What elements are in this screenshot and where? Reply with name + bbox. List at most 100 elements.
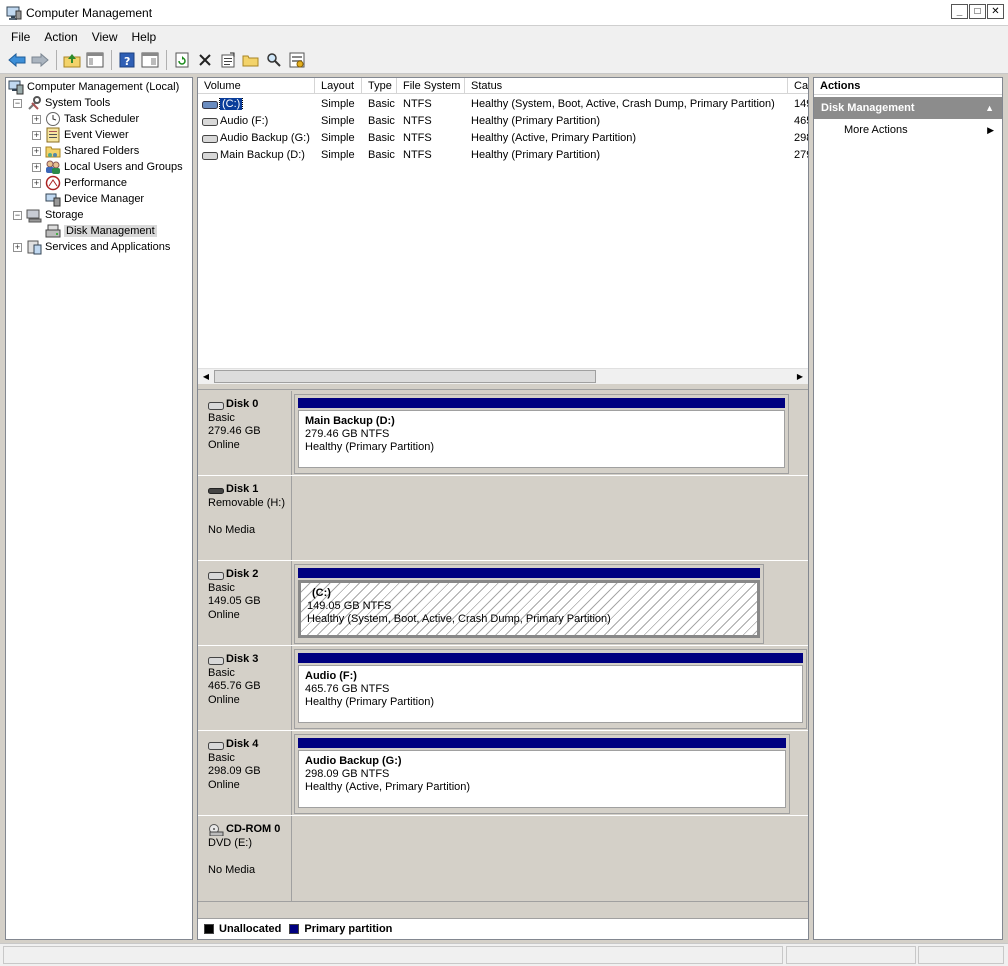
horizontal-scrollbar[interactable]: ◀ ▶ [198,368,808,384]
disk-size [208,850,291,864]
actions-section-disk-management[interactable]: Disk Management ▲ [814,97,1002,119]
tree-item-event-viewer[interactable]: + Event Viewer [32,127,129,143]
tree-item-task-scheduler[interactable]: + Task Scheduler [32,111,139,127]
table-row[interactable]: Audio Backup (G:) Simple Basic NTFS Heal… [198,129,808,146]
column-header-volume[interactable]: Volume [198,78,315,94]
partition-body[interactable]: Main Backup (D:) 279.46 GB NTFS Healthy … [298,410,785,468]
users-icon [45,159,61,175]
partition-status: Healthy (Active, Primary Partition) [305,781,471,793]
volume-drive-icon [202,134,218,143]
settings-icon[interactable] [286,49,308,71]
disk-type: Basic [208,751,235,764]
volume-list-header: Volume Layout Type File System Status Ca [198,78,808,94]
expand-icon[interactable]: + [13,242,22,252]
tree-item-shared-folders[interactable]: + Shared Folders [32,143,139,159]
disk-row: Disk 3 Basic 465.76 GB Online Audio (F:)… [198,646,808,731]
close-button[interactable]: ✕ [987,4,1004,19]
tree-item-device-manager[interactable]: Device Manager [45,191,144,207]
partition[interactable]: Audio Backup (G:) 298.09 GB NTFS Healthy… [294,734,790,814]
expand-icon[interactable]: + [32,178,41,188]
volume-name: Main Backup (D:) [220,148,305,161]
more-actions-item[interactable]: More Actions ▶ [814,119,1002,141]
partition-body[interactable]: Audio (F:) 465.76 GB NTFS Healthy (Prima… [298,665,803,723]
menu-action[interactable]: Action [37,30,84,44]
help-icon[interactable]: ? [116,49,138,71]
storage-icon [26,207,42,223]
collapse-icon[interactable]: − [13,98,22,108]
forward-arrow-icon[interactable] [29,49,51,71]
disk-info[interactable]: Disk 4 Basic 298.09 GB Online [198,731,292,815]
volume-layout: Simple [321,114,355,127]
search-icon[interactable] [263,49,285,71]
legend-unallocated: Unallocated [219,923,282,935]
volume-drive-icon [202,100,218,109]
disk-status: Online [208,778,240,791]
actions-title: Actions [814,78,1002,95]
show-hide-console-tree-icon[interactable] [84,49,106,71]
menu-file[interactable]: File [4,30,37,44]
refresh-icon[interactable] [171,49,193,71]
tree-label: Services and Applications [45,241,171,253]
table-row[interactable]: Main Backup (D:) Simple Basic NTFS Healt… [198,146,808,163]
collapse-up-icon[interactable]: ▲ [985,97,994,119]
removable-disk-icon [208,486,224,494]
tree-item-system-tools[interactable]: − System Tools [13,95,110,111]
minimize-button[interactable]: _ [951,4,968,19]
back-arrow-icon[interactable] [6,49,28,71]
submenu-arrow-icon: ▶ [987,125,994,135]
partition-size: 465.76 GB NTFS [305,683,390,695]
disk-name: Disk 3 [226,653,259,665]
disk-name: Disk 2 [226,568,259,580]
disk-status: Online [208,438,240,451]
disk-info[interactable]: Disk 2 Basic 149.05 GB Online [198,561,292,645]
column-header-layout[interactable]: Layout [315,78,362,94]
collapse-icon[interactable]: − [13,210,22,220]
disk-info[interactable]: CD-ROM 0 DVD (E:) No Media [198,816,292,902]
table-row[interactable]: (C:) Simple Basic NTFS Healthy (System, … [198,95,808,112]
tree-item-disk-management[interactable]: Disk Management [45,223,157,239]
maximize-button[interactable]: □ [969,4,986,19]
tree-item-services-applications[interactable]: + Services and Applications [13,239,170,255]
tree-item-performance[interactable]: + Performance [32,175,127,191]
expand-icon[interactable]: + [32,162,41,172]
tree-item-computer-management[interactable]: Computer Management (Local) [8,79,179,95]
partition-body-selected[interactable]: (C:) 149.05 GB NTFS Healthy (System, Boo… [298,580,760,638]
computer-management-icon [6,5,22,21]
expand-icon[interactable]: + [32,114,41,124]
menu-view[interactable]: View [85,30,125,44]
partition-body[interactable]: Audio Backup (G:) 298.09 GB NTFS Healthy… [298,750,786,808]
disk-name: Disk 0 [226,398,259,410]
tree-item-storage[interactable]: − Storage [13,207,84,223]
up-folder-icon[interactable] [61,49,83,71]
open-folder-icon[interactable] [240,49,262,71]
table-row[interactable]: Audio (F:) Simple Basic NTFS Healthy (Pr… [198,112,808,129]
tree-item-local-users[interactable]: + Local Users and Groups [32,159,183,175]
primary-partition-bar [298,738,786,748]
scroll-right-icon[interactable]: ▶ [793,370,807,384]
services-icon [26,239,42,255]
show-hide-action-pane-icon[interactable] [139,49,161,71]
disk-size: 465.76 GB [208,680,261,692]
expand-icon[interactable]: + [32,146,41,156]
properties-icon[interactable] [217,49,239,71]
disk-info[interactable]: Disk 1 Removable (H:) No Media [198,476,292,560]
volume-file-system: NTFS [403,148,432,161]
column-header-capacity[interactable]: Ca [788,78,808,94]
partition[interactable]: Main Backup (D:) 279.46 GB NTFS Healthy … [294,394,789,474]
partition[interactable]: Audio (F:) 465.76 GB NTFS Healthy (Prima… [294,649,807,729]
expand-icon[interactable]: + [32,130,41,140]
partition-name: Audio Backup (G:) [305,755,402,767]
delete-icon[interactable] [194,49,216,71]
column-header-type[interactable]: Type [362,78,397,94]
svg-text:?: ? [124,55,130,68]
volume-capacity: 298 [794,131,808,144]
column-header-file-system[interactable]: File System [397,78,465,94]
column-header-status[interactable]: Status [465,78,788,94]
disk-info[interactable]: Disk 0 Basic 279.46 GB Online [198,391,292,475]
disk-info[interactable]: Disk 3 Basic 465.76 GB Online [198,646,292,730]
partition[interactable]: (C:) 149.05 GB NTFS Healthy (System, Boo… [294,564,764,644]
menu-help[interactable]: Help [125,30,164,44]
scrollbar-thumb[interactable] [214,370,596,383]
pane-splitter[interactable] [198,384,808,390]
scroll-left-icon[interactable]: ◀ [199,370,213,384]
